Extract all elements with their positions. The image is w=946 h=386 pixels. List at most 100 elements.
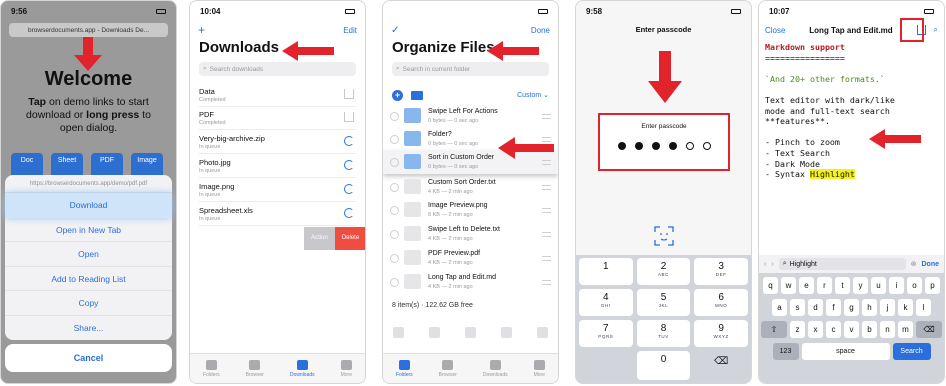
key[interactable]: a [772, 299, 787, 316]
select-radio[interactable] [390, 158, 399, 167]
key[interactable]: j [880, 299, 895, 316]
key[interactable]: h [862, 299, 877, 316]
swipe-action-button[interactable]: Action [304, 227, 335, 250]
key[interactable]: x [808, 321, 823, 338]
select-radio[interactable] [390, 135, 399, 144]
file-row[interactable]: PDF Preview.pdf 4 KB — 2 min ago [383, 247, 558, 270]
face-id-icon[interactable] [654, 226, 674, 246]
select-radio[interactable] [390, 230, 399, 239]
key[interactable]: m [898, 321, 913, 338]
select-radio[interactable] [390, 183, 399, 192]
list-item[interactable]: Spreadsheet.xls In queue [199, 203, 356, 226]
search-key[interactable]: Search [892, 343, 931, 360]
file-row[interactable]: Image Preview.png 8 KB — 2 min ago [383, 199, 558, 222]
key[interactable]: g [844, 299, 859, 316]
search-input[interactable]: ⌕ Search in current folder [392, 62, 549, 76]
new-folder-icon[interactable] [411, 90, 423, 100]
keypad-key[interactable]: 3 DEF [694, 258, 748, 285]
close-button[interactable]: Close [765, 26, 785, 35]
progress-ring-icon[interactable] [344, 208, 354, 218]
key[interactable]: i [889, 277, 904, 294]
copy-action[interactable]: Copy [5, 291, 172, 316]
export-icon[interactable] [501, 327, 512, 338]
find-input[interactable]: ⌕ Highlight [778, 258, 906, 270]
list-item[interactable]: Very-big-archive.zip In queue [199, 131, 356, 154]
key[interactable]: f [826, 299, 841, 316]
list-item[interactable]: Photo.jpg In queue [199, 155, 356, 178]
progress-ring-icon[interactable] [344, 136, 354, 146]
keypad-key[interactable]: 1 [579, 258, 633, 285]
share-action[interactable]: Share... [5, 316, 172, 341]
keypad-key[interactable]: 0 [636, 351, 691, 380]
tab-folders[interactable]: Folders [396, 359, 413, 378]
list-item[interactable]: Image.png In queue [199, 179, 356, 202]
share-icon[interactable] [393, 327, 404, 338]
key[interactable]: c [826, 321, 841, 338]
key[interactable]: n [880, 321, 895, 338]
tab-downloads[interactable]: Downloads [290, 359, 315, 378]
key[interactable]: z [790, 321, 805, 338]
download-action[interactable]: Download [5, 193, 172, 218]
cancel-button[interactable]: Cancel [5, 344, 172, 372]
sort-dropdown[interactable]: Custom ⌄ [517, 91, 549, 99]
tab-more[interactable]: More [534, 359, 545, 378]
key[interactable]: t [835, 277, 850, 294]
tab-downloads[interactable]: Downloads [483, 359, 508, 378]
find-done-button[interactable]: Done [922, 261, 940, 268]
progress-ring-icon[interactable] [344, 184, 354, 194]
key[interactable]: k [898, 299, 913, 316]
reorder-handle-icon[interactable] [542, 160, 551, 165]
tab-browser[interactable]: Browser [246, 359, 264, 378]
keypad-key[interactable]: 5 JKL [636, 289, 691, 316]
add-circle-icon[interactable]: + [392, 89, 403, 101]
select-radio[interactable] [390, 206, 399, 215]
key[interactable]: w [781, 277, 796, 294]
keypad-key[interactable]: 2 ABC [636, 258, 691, 285]
key[interactable]: o [907, 277, 922, 294]
keypad-key[interactable]: 6 MNO [694, 289, 748, 316]
progress-ring-icon[interactable] [344, 160, 354, 170]
done-button[interactable]: Done [531, 26, 550, 35]
swipe-delete-button[interactable]: Delete [335, 227, 365, 250]
reorder-handle-icon[interactable] [542, 232, 551, 237]
clear-icon[interactable]: ⊗ [911, 260, 917, 268]
key[interactable]: r [817, 277, 832, 294]
key[interactable]: v [844, 321, 859, 338]
search-icon[interactable]: ⌕ [934, 25, 938, 35]
plus-icon[interactable]: + [198, 23, 205, 37]
trash-icon[interactable] [537, 327, 548, 338]
file-row[interactable]: Long Tap and Edit.md 4 KB — 2 min ago [383, 271, 558, 294]
reorder-handle-icon[interactable] [542, 280, 551, 285]
chevron-down-icon[interactable]: › [771, 261, 773, 268]
select-radio[interactable] [390, 112, 399, 121]
list-item[interactable]: Data Completed [199, 84, 356, 107]
keypad-key[interactable]: 8 TUV [636, 320, 691, 347]
open-new-tab-action[interactable]: Open in New Tab [5, 218, 172, 242]
shift-key[interactable]: ⇧ [761, 321, 787, 338]
key[interactable]: s [790, 299, 805, 316]
url-bar[interactable]: browserdocuments.app - Downloads De... [9, 23, 168, 37]
select-radio[interactable] [390, 278, 399, 287]
file-row[interactable]: Swipe Left to Delete.txt 4 KB — 2 min ago [383, 223, 558, 246]
file-row[interactable]: Swipe Left For Actions 0 bytes — 0 sec ag… [383, 105, 558, 128]
key[interactable]: q [763, 277, 778, 294]
key[interactable]: u [871, 277, 886, 294]
key[interactable]: y [853, 277, 868, 294]
key[interactable]: d [808, 299, 823, 316]
key[interactable]: p [925, 277, 940, 294]
file-row[interactable]: Custom Sort Order.txt 4 KB — 2 min ago [383, 176, 558, 199]
reorder-handle-icon[interactable] [542, 256, 551, 261]
reorder-handle-icon[interactable] [542, 114, 551, 119]
edit-button[interactable]: Edit [343, 26, 357, 35]
keypad-key[interactable]: 4 GHI [579, 289, 633, 316]
select-radio[interactable] [390, 254, 399, 263]
keypad-key[interactable]: 7 PQRS [579, 320, 633, 347]
move-icon[interactable] [465, 327, 476, 338]
keypad-delete-key[interactable]: ⌫ [694, 351, 748, 380]
list-item[interactable]: PDF Completed [199, 107, 356, 130]
numbers-key[interactable]: 123 [772, 343, 799, 360]
key[interactable]: b [862, 321, 877, 338]
duplicate-icon[interactable] [429, 327, 440, 338]
tab-browser[interactable]: Browser [439, 359, 457, 378]
add-reading-list-action[interactable]: Add to Reading List [5, 267, 172, 291]
